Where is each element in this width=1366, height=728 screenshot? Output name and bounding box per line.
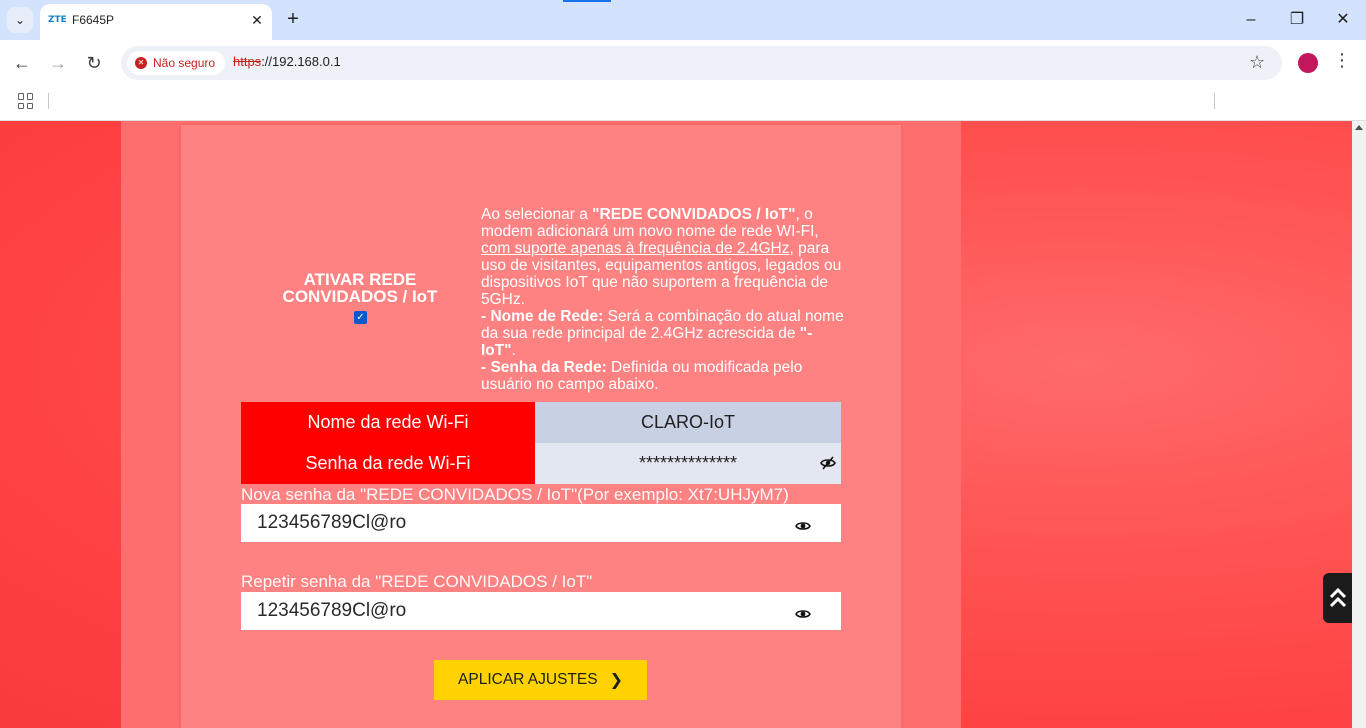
bookmarks-divider [1214, 93, 1215, 109]
profile-avatar[interactable] [1298, 53, 1318, 73]
new-tab-button[interactable]: + [282, 8, 304, 30]
scroll-to-top-button[interactable] [1323, 573, 1352, 623]
security-chip[interactable]: ✕ Não seguro [127, 51, 226, 75]
chevron-down-icon: ⌄ [14, 13, 26, 27]
back-button[interactable]: ← [9, 50, 35, 76]
tab-strip: ⌄ ZTE F6645P ✕ + – ❐ ✕ [0, 0, 1366, 40]
password-row: Senha da rede Wi-Fi ************** [241, 443, 841, 484]
tab-search-button[interactable]: ⌄ [7, 7, 33, 33]
tab-indicator [563, 0, 611, 2]
enable-label-line2: CONVIDADOS / IoT [282, 287, 438, 306]
repeat-password-label: Repetir senha da "REDE CONVIDADOS / IoT" [241, 572, 593, 591]
enable-guest-network-label: ATIVAR REDE CONVIDADOS / IoT [255, 271, 465, 305]
url-scheme: https [233, 54, 262, 69]
browser-toolbar: ← → ↻ ✕ Não seguro https://192.168.0.1 ☆ [0, 40, 1366, 85]
zte-favicon-icon: ZTE [48, 15, 67, 25]
ssid-label: Nome da rede Wi-Fi [241, 402, 535, 443]
eye-icon[interactable] [795, 518, 811, 534]
eye-icon[interactable] [795, 606, 811, 622]
window-close-button[interactable]: ✕ [1328, 6, 1358, 34]
chevron-right-icon: ❯ [609, 672, 623, 689]
ssid-value: CLARO-IoT [535, 402, 841, 443]
security-label: Não seguro [153, 56, 216, 70]
bookmarks-bar [0, 85, 1366, 121]
bookmark-star-icon[interactable]: ☆ [1249, 52, 1265, 73]
page-scrollbar[interactable] [1352, 121, 1366, 728]
enable-label-line1: ATIVAR REDE [303, 270, 417, 289]
restore-button[interactable]: ❐ [1282, 6, 1312, 34]
eye-slash-icon[interactable] [820, 455, 836, 471]
more-menu-icon[interactable]: ⋮ [1332, 50, 1352, 71]
apply-settings-label: APLICAR AJUSTES [458, 671, 598, 688]
repeat-password-input[interactable]: 123456789Cl@ro [241, 592, 841, 630]
page-viewport: ATIVAR REDE CONVIDADOS / IoT ✓ Ao seleci… [0, 121, 1352, 728]
password-value: ************** [535, 443, 841, 484]
double-chevron-up-icon [1329, 587, 1346, 608]
url-host: ://192.168.0.1 [261, 54, 341, 69]
guest-network-info-table: Nome da rede Wi-Fi CLARO-IoT Senha da re… [241, 402, 841, 484]
new-password-input[interactable]: 123456789Cl@ro [241, 504, 841, 542]
not-secure-icon: ✕ [135, 57, 147, 69]
apps-grid-icon[interactable] [18, 93, 34, 109]
scroll-up-arrow-icon[interactable] [1355, 125, 1363, 130]
tab-title: F6645P [72, 13, 115, 27]
close-icon[interactable]: ✕ [248, 11, 266, 29]
new-password-label: Nova senha da "REDE CONVIDADOS / IoT"(Po… [241, 485, 789, 504]
password-label: Senha da rede Wi-Fi [241, 443, 535, 484]
repeat-password-value: 123456789Cl@ro [257, 600, 407, 621]
guest-network-description: Ao selecionar a "REDE CONVIDADOS / IoT",… [481, 206, 844, 393]
reload-button[interactable]: ↻ [81, 50, 107, 76]
forward-button[interactable]: → [45, 50, 71, 76]
apply-settings-button[interactable]: APLICAR AJUSTES ❯ [434, 660, 647, 700]
ssid-row: Nome da rede Wi-Fi CLARO-IoT [241, 402, 841, 443]
address-bar[interactable]: ✕ Não seguro https://192.168.0.1 ☆ [121, 46, 1282, 80]
new-password-value: 123456789Cl@ro [257, 512, 407, 533]
minimize-button[interactable]: – [1236, 6, 1266, 34]
url-text[interactable]: https://192.168.0.1 [233, 54, 341, 69]
bookmarks-divider [48, 93, 49, 109]
enable-guest-network-checkbox[interactable]: ✓ [354, 311, 367, 324]
active-tab[interactable]: ZTE F6645P ✕ [40, 4, 272, 40]
